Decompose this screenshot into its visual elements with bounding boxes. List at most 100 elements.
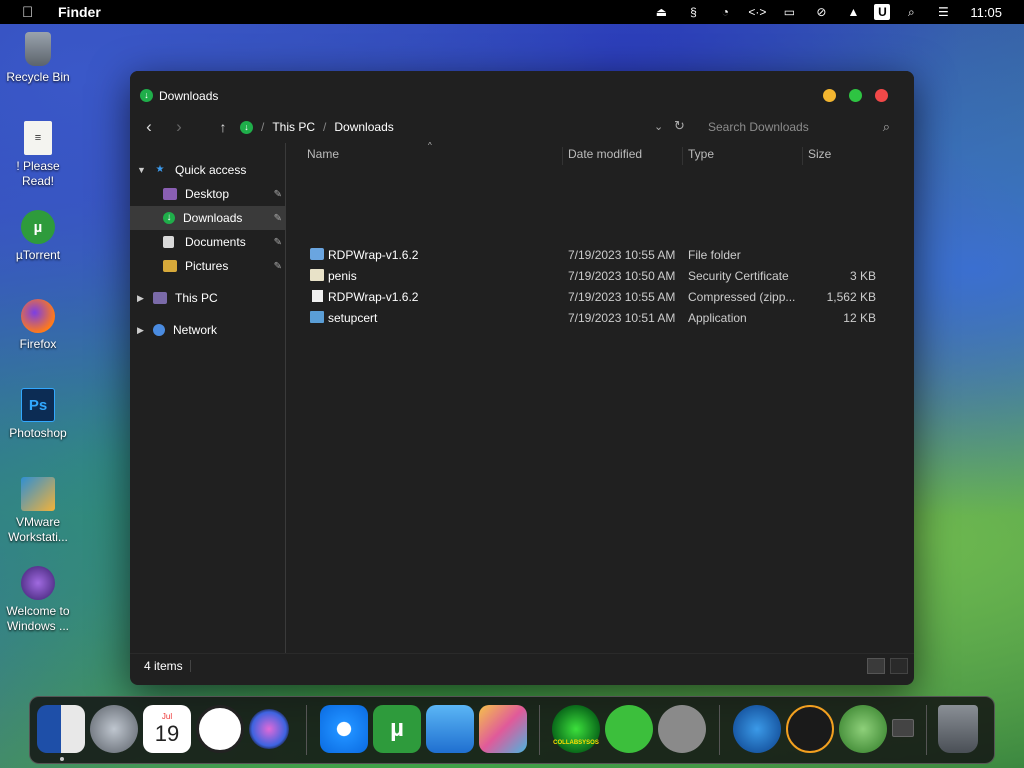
desktop-icon-please-read[interactable]: ≡ ! Please Read! (0, 121, 76, 189)
apple-icon[interactable]:  (22, 4, 40, 21)
table-row[interactable]: RDPWrap-v1.6.2 7/19/2023 10:55 AM Compre… (288, 286, 908, 307)
table-row[interactable]: RDPWrap-v1.6.2 7/19/2023 10:55 AM File f… (288, 244, 908, 265)
column-header-size[interactable]: Size (808, 147, 831, 161)
desktop-icon-utorrent[interactable]: µ µTorrent (0, 210, 76, 263)
sidebar-item-quick-access[interactable]: ▼ ★ Quick access (130, 158, 286, 182)
utorrent-icon[interactable]: µ (373, 705, 421, 753)
sidebar-item-downloads[interactable]: ↓ Downloads ✎ (130, 206, 286, 230)
sidebar-item-this-pc[interactable]: ▶ This PC (130, 286, 286, 310)
utorrent-icon: µ (21, 210, 55, 244)
mute-icon[interactable]: ⊘ (810, 4, 832, 20)
column-header-type[interactable]: Type (688, 147, 714, 161)
dock-separator (539, 705, 540, 755)
table-row[interactable]: penis 7/19/2023 10:50 AM Security Certif… (288, 265, 908, 286)
back-arrow-icon[interactable]: ‹ (139, 117, 159, 137)
desktop-icon-vmware[interactable]: VMware Workstati... (0, 477, 76, 545)
sidebar-label: This PC (175, 291, 218, 305)
desktop-icon-welcome[interactable]: Welcome to Windows ... (0, 566, 76, 634)
www-icon[interactable] (733, 705, 781, 753)
trash-icon[interactable] (938, 705, 978, 753)
breadcrumb-separator: / (261, 120, 265, 134)
safari-icon[interactable] (320, 705, 368, 753)
network-grid-icon[interactable] (839, 705, 887, 753)
column-header-name[interactable]: Name (307, 147, 339, 161)
details-view-button[interactable] (867, 658, 885, 674)
collabsysos-icon[interactable]: COLLABSYSOS (552, 705, 600, 753)
clock-icon[interactable] (196, 705, 244, 753)
title-bar[interactable]: ↓ Downloads (130, 71, 914, 119)
desktop-icon-label: Welcome to Windows ... (6, 604, 70, 633)
forward-arrow-icon[interactable]: › (169, 117, 189, 137)
downloader-icon[interactable] (786, 705, 834, 753)
sidebar-item-pictures[interactable]: Pictures ✎ (130, 254, 286, 278)
tools-icon[interactable] (658, 705, 706, 753)
search-icon[interactable]: ⌕ (900, 4, 922, 20)
script-icon[interactable]: § (682, 4, 704, 20)
sidebar-item-network[interactable]: ▶ Network (130, 318, 286, 342)
expand-arrow-icon[interactable]: ▶ (137, 325, 147, 336)
sidebar-item-documents[interactable]: Documents ✎ (130, 230, 286, 254)
desktop-icon (163, 188, 177, 200)
calendar-icon[interactable]: Jul 19 (143, 705, 191, 753)
control-center-icon[interactable]: ☰ (932, 4, 954, 20)
breadcrumb-this-pc[interactable]: This PC (272, 120, 315, 134)
menu-bar-clock[interactable]: 11:05 (970, 5, 1002, 20)
desktop-icon-recycle-bin[interactable]: Recycle Bin (0, 32, 76, 85)
sidebar-label: Documents (185, 235, 246, 249)
sort-ascending-icon: ^ (428, 141, 432, 150)
pin-icon[interactable]: ✎ (274, 237, 282, 248)
close-button[interactable] (875, 89, 888, 102)
minimize-button[interactable] (823, 89, 836, 102)
column-header-date-modified[interactable]: Date modified (568, 147, 642, 161)
collabsysos-label: COLLABSYSOS (553, 740, 599, 746)
downloads-icon[interactable]: ↓ (240, 120, 253, 134)
large-icons-view-button[interactable] (890, 658, 908, 674)
calendar-month: Jul (161, 711, 173, 721)
desktop-icon-photoshop[interactable]: Ps Photoshop (0, 388, 76, 441)
display-icon[interactable]: ▭ (778, 4, 800, 20)
maximize-button[interactable] (849, 89, 862, 102)
search-icon[interactable]: ⌕ (883, 119, 890, 135)
sidebar-item-desktop[interactable]: Desktop ✎ (130, 182, 286, 206)
siri-icon[interactable] (249, 709, 289, 749)
column-separator[interactable] (562, 147, 563, 165)
menu-bar:  Finder ⏏ § ◔ <·> ▭ ⊘ ▲ U ⌕ ☰ 11:05 (0, 0, 1024, 24)
small-window-icon[interactable] (892, 719, 914, 737)
desktop-icon-label: VMware Workstati... (8, 515, 68, 544)
table-row[interactable]: setupcert 7/19/2023 10:51 AM Application… (288, 307, 908, 328)
launchpad-icon[interactable] (90, 705, 138, 753)
pin-icon[interactable]: ✎ (274, 213, 282, 224)
code-icon[interactable]: <·> (746, 4, 768, 20)
pin-icon[interactable]: ✎ (274, 261, 282, 272)
finder-icon[interactable] (37, 705, 85, 753)
zip-icon (312, 290, 323, 302)
pin-icon[interactable]: ✎ (274, 189, 282, 200)
history-dropdown-icon[interactable]: ⌄ (654, 120, 663, 133)
documents-icon (163, 236, 174, 248)
application-icon (310, 311, 324, 323)
u-icon[interactable]: U (874, 4, 891, 20)
breadcrumb-downloads[interactable]: Downloads (334, 120, 393, 134)
sidebar-label: Pictures (185, 259, 229, 273)
expand-arrow-icon[interactable]: ▶ (137, 293, 147, 304)
eject-icon[interactable]: ⏏ (650, 4, 672, 20)
column-separator[interactable] (802, 147, 803, 165)
desktop-icon-firefox[interactable]: Firefox (0, 299, 76, 352)
refresh-icon[interactable]: ↻ (674, 118, 685, 134)
desktop-icon-label: Photoshop (9, 426, 67, 440)
file-size: 12 KB (843, 311, 876, 325)
parallels-icon[interactable] (426, 705, 474, 753)
pie-chart-icon[interactable]: ◔ (714, 4, 736, 20)
search-input[interactable] (696, 116, 866, 138)
explorer-window: ↓ Downloads ‹ › ↑ ↓ / This PC / Download… (130, 71, 914, 685)
app-menu-title[interactable]: Finder (58, 4, 101, 20)
file-name: RDPWrap-v1.6.2 (328, 290, 419, 304)
link-icon[interactable] (605, 705, 653, 753)
expand-arrow-icon[interactable]: ▼ (137, 165, 147, 175)
column-separator[interactable] (682, 147, 683, 165)
eject-alt-icon[interactable]: ▲ (842, 4, 864, 20)
up-arrow-icon[interactable]: ↑ (213, 119, 233, 135)
sidebar-label: Network (173, 323, 218, 337)
dock-separator (719, 705, 720, 755)
preview-icon[interactable] (479, 705, 527, 753)
